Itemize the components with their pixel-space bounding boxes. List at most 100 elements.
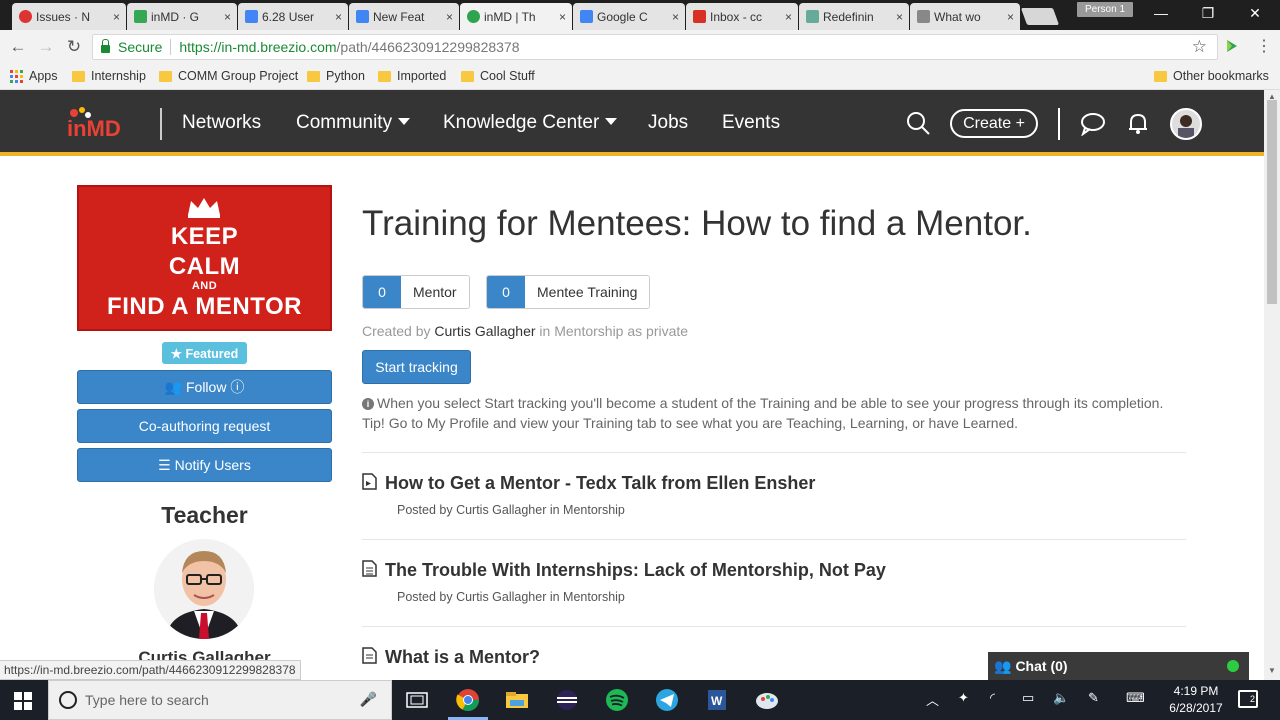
tray-overflow-icon[interactable]: ︿ (926, 690, 939, 709)
nav-networks[interactable]: Networks (182, 112, 261, 134)
close-icon[interactable]: × (113, 10, 120, 24)
keyboard-icon[interactable]: ⌨ (1126, 690, 1145, 706)
co-authoring-request-button[interactable]: Co-authoring request (77, 409, 332, 443)
browser-tab[interactable]: 6.28 User × (238, 3, 348, 30)
browser-tab[interactable]: Redefinin × (799, 3, 909, 30)
browser-tab[interactable]: Google C × (573, 3, 685, 30)
bookmark-star-icon[interactable]: ☆ (1192, 37, 1207, 57)
volume-icon[interactable]: 🔈 (1053, 690, 1069, 706)
telegram-icon[interactable] (654, 688, 680, 712)
header-divider (1058, 108, 1060, 140)
document-icon (362, 560, 377, 577)
gmail-icon (693, 10, 706, 23)
path-item-title[interactable]: How to Get a Mentor - Tedx Talk from Ell… (385, 473, 815, 494)
task-view-icon[interactable] (404, 688, 430, 712)
notifications-icon[interactable]: 2 (1238, 690, 1258, 708)
nav-community[interactable]: Community (296, 112, 411, 134)
taskbar-clock[interactable]: 4:19 PM 6/28/2017 (1160, 683, 1232, 717)
create-button[interactable]: Create + (950, 109, 1038, 138)
extension-icon[interactable] (1224, 38, 1240, 54)
github-icon (19, 10, 32, 23)
chat-label: Chat (0) (1015, 658, 1068, 674)
bookmark-folder[interactable]: Imported (378, 69, 446, 83)
clock-date: 6/28/2017 (1169, 701, 1223, 715)
forward-icon[interactable]: → (34, 37, 58, 57)
folder-icon (72, 70, 85, 82)
bookmark-folder[interactable]: Cool Stuff (461, 69, 535, 83)
tag-mentor[interactable]: 0 Mentor (362, 275, 470, 309)
eclipse-icon[interactable] (554, 688, 580, 712)
close-icon[interactable]: × (785, 10, 792, 24)
divider (170, 39, 172, 55)
start-tracking-button[interactable]: Start tracking (362, 350, 471, 384)
scroll-down-icon[interactable]: ▼ (1268, 666, 1276, 675)
follow-button[interactable]: 👥 Follow ⓘ (77, 370, 332, 404)
microphone-icon[interactable]: 🎤 (360, 691, 377, 708)
chat-widget[interactable]: 👥 Chat (0) (988, 652, 1249, 680)
tag-count: 0 (487, 276, 525, 308)
profile-badge[interactable]: Person 1 (1077, 2, 1133, 17)
back-icon[interactable]: ← (6, 37, 30, 57)
dropbox-icon[interactable]: ✦ (958, 690, 969, 706)
close-icon[interactable]: × (672, 10, 679, 24)
tag-mentee-training[interactable]: 0 Mentee Training (486, 275, 651, 309)
word-icon[interactable]: W (704, 688, 730, 712)
nav-events[interactable]: Events (722, 112, 780, 134)
chrome-icon[interactable] (455, 688, 481, 712)
inmd-logo[interactable]: inMD (64, 106, 144, 140)
close-icon[interactable]: × (896, 10, 903, 24)
close-icon[interactable]: × (224, 10, 231, 24)
user-avatar[interactable] (1170, 108, 1202, 140)
page-scrollbar[interactable]: ▲ ▼ (1264, 90, 1280, 680)
teacher-avatar[interactable] (154, 539, 254, 639)
new-tab-button[interactable] (1020, 8, 1060, 25)
caret-down-icon (605, 118, 618, 125)
nav-knowledge-center[interactable]: Knowledge Center (443, 112, 618, 134)
reload-icon[interactable]: ↻ (62, 37, 86, 57)
folder-icon (1154, 70, 1167, 82)
close-icon[interactable]: × (559, 10, 566, 24)
nav-jobs[interactable]: Jobs (648, 112, 688, 134)
windows-start-icon[interactable] (14, 692, 32, 710)
browser-tab[interactable]: Issues · N × (12, 3, 126, 30)
minimize-button[interactable]: — (1146, 5, 1176, 21)
browser-tab-active[interactable]: inMD | Th × (460, 3, 572, 30)
tag-label: Mentor (401, 276, 469, 308)
bookmark-folder[interactable]: Internship (72, 69, 146, 83)
pen-icon[interactable]: ✎ (1088, 690, 1099, 706)
search-icon[interactable] (905, 110, 931, 136)
path-item-title[interactable]: The Trouble With Internships: Lack of Me… (385, 560, 886, 581)
close-icon[interactable]: × (446, 10, 453, 24)
author-link[interactable]: Curtis Gallagher (434, 323, 535, 339)
taskbar-search[interactable]: Type here to search 🎤 (48, 680, 392, 720)
browser-tab[interactable]: inMD · G × (127, 3, 237, 30)
bookmark-folder[interactable]: Python (307, 69, 365, 83)
close-window-button[interactable]: ✕ (1240, 5, 1270, 22)
browser-tab[interactable]: Inbox - cc × (686, 3, 798, 30)
maximize-button[interactable]: ❐ (1193, 5, 1223, 22)
bookmark-apps[interactable]: Apps (10, 69, 58, 83)
path-item-title[interactable]: What is a Mentor? (385, 647, 540, 668)
browser-tab[interactable]: What wo × (910, 3, 1020, 30)
online-status-dot (1227, 660, 1239, 672)
divider (362, 626, 1186, 627)
crown-icon (188, 198, 220, 218)
paint-app-icon[interactable] (754, 688, 780, 712)
file-explorer-icon[interactable] (504, 688, 530, 712)
spotify-icon[interactable] (604, 688, 630, 712)
battery-icon[interactable]: ▭ (1022, 690, 1034, 706)
menu-icon[interactable]: ⋮ (1256, 36, 1272, 56)
wifi-icon[interactable]: ◜ (990, 690, 995, 706)
address-bar[interactable]: Secure https://in-md.breezio.com/path/44… (92, 34, 1218, 60)
browser-tab[interactable]: New Feat × (349, 3, 459, 30)
bookmark-other[interactable]: Other bookmarks (1154, 69, 1269, 83)
apps-icon (10, 69, 23, 83)
close-icon[interactable]: × (1007, 10, 1014, 24)
scrollbar-thumb[interactable] (1267, 100, 1277, 304)
close-icon[interactable]: × (335, 10, 342, 24)
bookmark-folder[interactable]: COMM Group Project (159, 69, 298, 83)
lock-icon (101, 39, 110, 53)
chat-bubble-icon[interactable] (1080, 110, 1106, 136)
bell-icon[interactable] (1125, 110, 1151, 136)
notify-users-button[interactable]: ☰ Notify Users (77, 448, 332, 482)
